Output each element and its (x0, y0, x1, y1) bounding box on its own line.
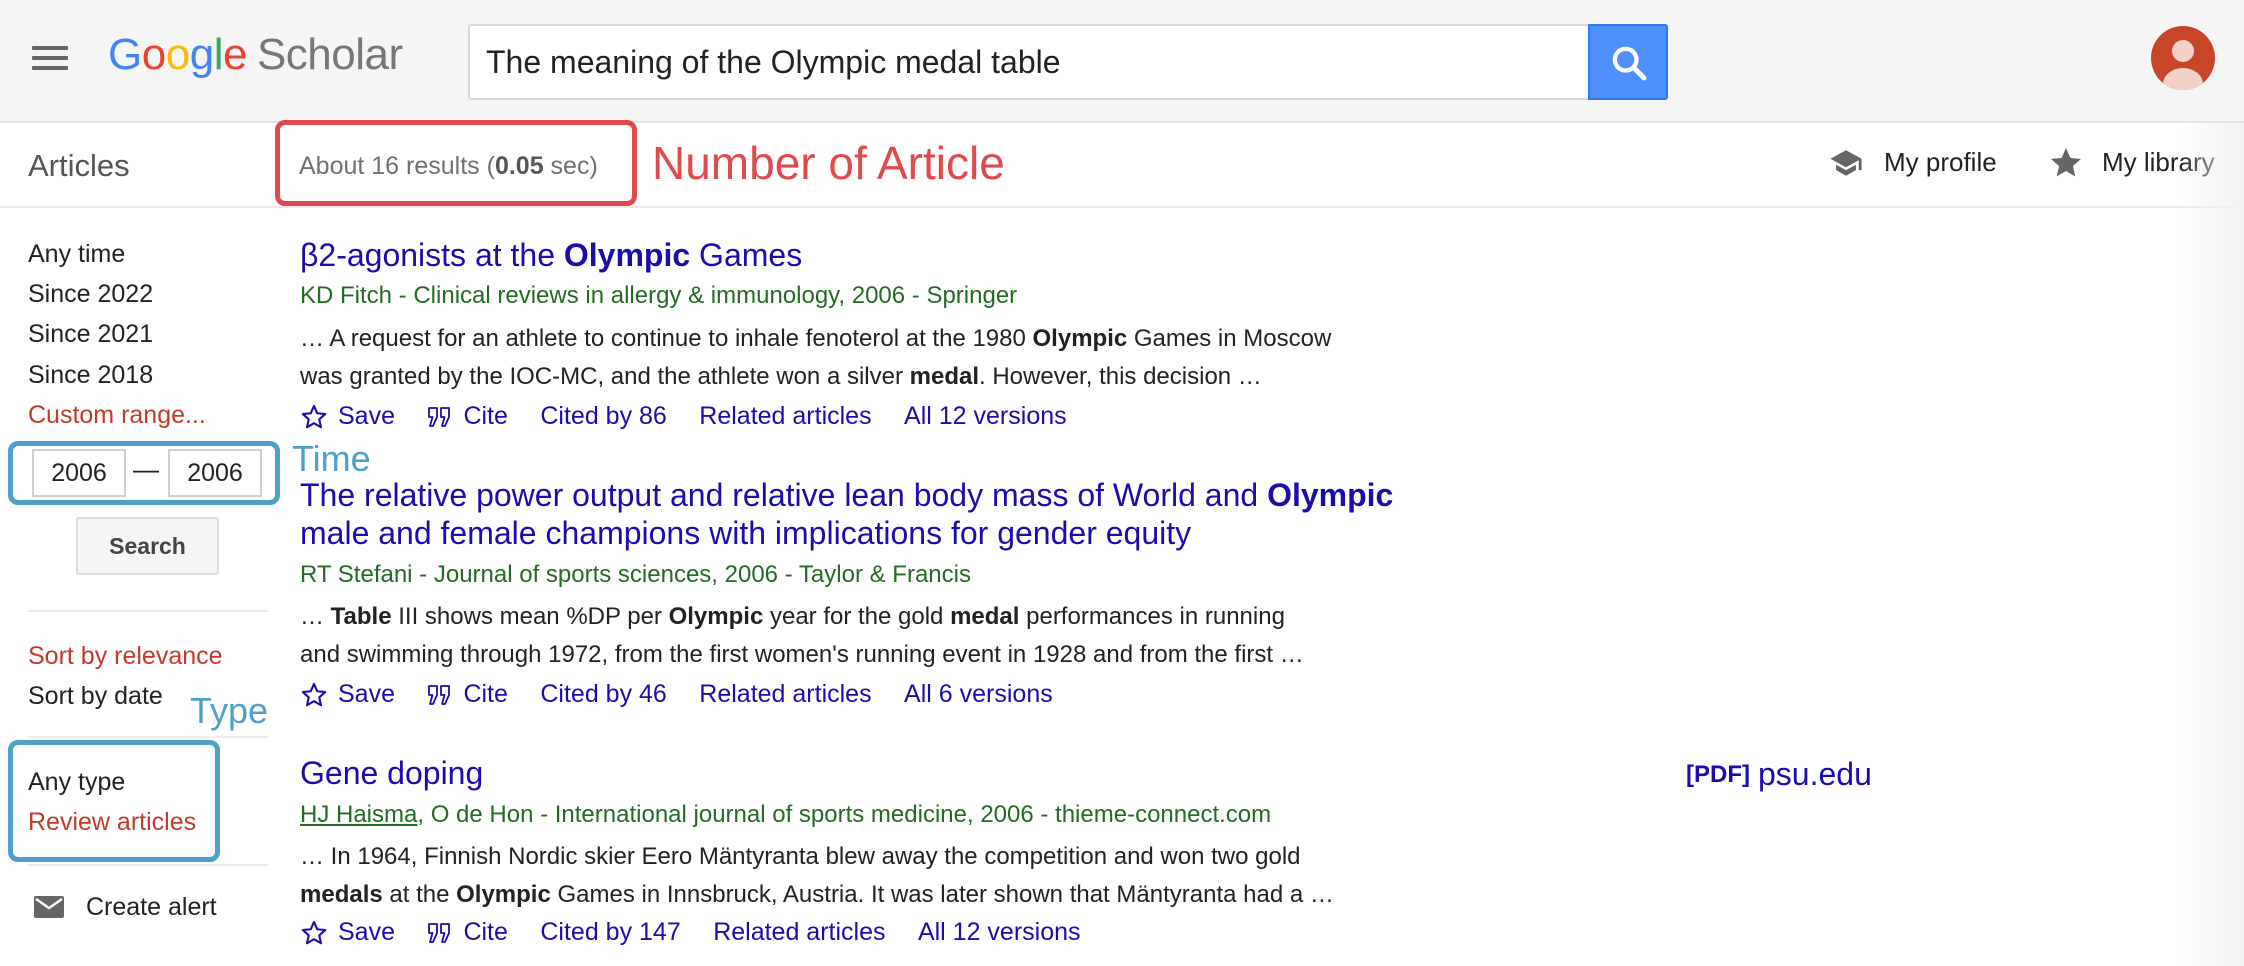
time-annotation: Time (292, 438, 371, 479)
save-button[interactable]: Save (300, 680, 395, 709)
top-bar: Google Scholar (0, 0, 2244, 123)
quote-icon (428, 684, 451, 705)
result-snippet: … In 1964, Finnish Nordic skier Eero Män… (300, 843, 1301, 870)
result-title[interactable]: β2-agonists at the Olympic Games (300, 236, 802, 274)
filter-since-2022[interactable]: Since 2022 (28, 280, 153, 309)
related-articles-link[interactable]: Related articles (699, 680, 871, 709)
year-from-input[interactable] (32, 449, 126, 497)
results-count-annotation-box (275, 120, 637, 206)
result-snippet: … A request for an athlete to continue t… (300, 325, 1332, 352)
filter-any-type[interactable]: Any type (28, 768, 125, 797)
cited-by-link[interactable]: Cited by 147 (540, 918, 680, 947)
articles-section-label: Articles (28, 148, 130, 183)
result-meta: HJ Haisma, O de Hon - International jour… (300, 801, 1272, 828)
result-actions: Save Cite Cited by 46 Related articles A… (300, 680, 1081, 714)
envelope-icon (34, 896, 64, 918)
result-meta: RT Stefani - Journal of sports sciences,… (300, 561, 971, 588)
create-alert-link[interactable]: Create alert (86, 893, 217, 922)
sidebar-divider (28, 610, 268, 612)
author-link[interactable]: HJ Haisma (300, 801, 417, 828)
sidebar-divider (28, 864, 268, 866)
year-to-input[interactable] (168, 449, 262, 497)
result-actions: Save Cite Cited by 86 Related articles A… (300, 402, 1095, 436)
result-title-line2[interactable]: male and female champions with implicati… (300, 514, 1191, 552)
filter-any-time[interactable]: Any time (28, 240, 125, 269)
star-outline-icon (301, 920, 327, 944)
hamburger-menu-icon[interactable] (30, 44, 70, 72)
pdf-link[interactable]: [PDF] psu.edu (1686, 756, 1872, 793)
search-icon (1612, 46, 1647, 81)
cite-button[interactable]: Cite (427, 402, 508, 431)
related-articles-link[interactable]: Related articles (699, 402, 871, 431)
right-edge-shadow (2180, 123, 2244, 966)
result-title[interactable]: The relative power output and relative l… (300, 476, 1393, 514)
all-versions-link[interactable]: All 12 versions (904, 402, 1067, 431)
filter-custom-range[interactable]: Custom range... (28, 401, 206, 430)
type-annotation: Type (190, 690, 269, 731)
cited-by-link[interactable]: Cited by 46 (540, 680, 666, 709)
cite-button[interactable]: Cite (427, 918, 508, 947)
result-snippet: was granted by the IOC-MC, and the athle… (300, 363, 1262, 390)
quote-icon (428, 922, 451, 943)
type-annotation-box (8, 740, 220, 862)
user-avatar-icon (2163, 40, 2203, 90)
filter-review-articles[interactable]: Review articles (28, 808, 196, 837)
filter-since-2021[interactable]: Since 2021 (28, 320, 153, 349)
date-range-search-button[interactable]: Search (76, 517, 219, 575)
cited-by-link[interactable]: Cited by 86 (540, 402, 666, 431)
sort-by-relevance[interactable]: Sort by relevance (28, 642, 223, 671)
result-snippet: medals at the Olympic Games in Innsbruck… (300, 881, 1334, 908)
google-scholar-logo[interactable]: Google Scholar (108, 30, 403, 80)
result-title[interactable]: Gene doping (300, 754, 483, 792)
user-avatar[interactable] (2151, 26, 2215, 90)
filter-since-2018[interactable]: Since 2018 (28, 361, 153, 390)
save-button[interactable]: Save (300, 402, 395, 431)
cite-button[interactable]: Cite (427, 680, 508, 709)
save-button[interactable]: Save (300, 918, 395, 947)
star-outline-icon (301, 404, 327, 428)
graduation-cap-icon (1830, 150, 1862, 176)
result-actions: Save Cite Cited by 147 Related articles … (300, 918, 1109, 952)
star-outline-icon (301, 682, 327, 706)
all-versions-link[interactable]: All 6 versions (904, 680, 1053, 709)
related-articles-link[interactable]: Related articles (713, 918, 885, 947)
search-input[interactable] (468, 24, 1590, 100)
result-snippet: and swimming through 1972, from the firs… (300, 641, 1304, 668)
search-button[interactable] (1588, 24, 1668, 100)
star-filled-icon (2051, 148, 2081, 177)
all-versions-link[interactable]: All 12 versions (918, 918, 1081, 947)
quote-icon (428, 406, 451, 427)
my-profile-link[interactable]: My profile (1884, 147, 1997, 178)
range-dash: — (133, 454, 159, 484)
sidebar-divider (28, 736, 268, 738)
result-snippet: … Table III shows mean %DP per Olympic y… (300, 603, 1285, 630)
result-meta: KD Fitch - Clinical reviews in allergy &… (300, 282, 1018, 309)
sort-by-date[interactable]: Sort by date (28, 682, 163, 711)
number-of-article-annotation: Number of Article (652, 137, 1005, 189)
subheader-divider (0, 206, 2244, 208)
